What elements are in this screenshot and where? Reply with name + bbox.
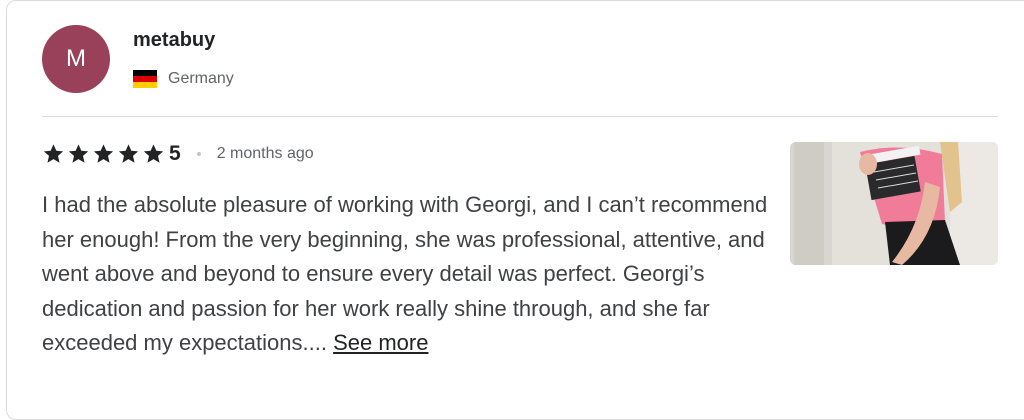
avatar[interactable]: M xyxy=(42,25,110,93)
reviewer-country: Germany xyxy=(133,70,234,88)
star-icon xyxy=(118,144,139,163)
country-label: Germany xyxy=(168,70,234,87)
photo-image xyxy=(790,142,998,265)
review-time: 2 months ago xyxy=(216,145,314,162)
rating-value: 5 xyxy=(169,142,181,165)
star-icon xyxy=(43,144,64,163)
review-photo-thumbnail[interactable] xyxy=(790,142,998,265)
rating-row: 5 2 months ago xyxy=(42,142,314,166)
star-icon xyxy=(68,144,89,163)
star-icon xyxy=(93,144,114,163)
divider xyxy=(42,116,998,117)
see-more-link[interactable]: See more xyxy=(333,330,428,355)
star-icon xyxy=(143,144,164,163)
star-rating xyxy=(42,143,167,165)
review-body: I had the absolute pleasure of working w… xyxy=(42,188,772,361)
separator-dot xyxy=(196,152,201,156)
reviewer-name[interactable]: metabuy xyxy=(133,29,215,52)
germany-flag-icon xyxy=(133,70,157,88)
